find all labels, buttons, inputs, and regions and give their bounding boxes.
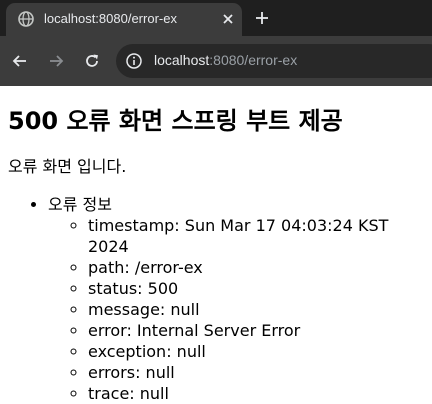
page-heading: 500 오류 화면 스프링 부트 제공 xyxy=(8,107,343,135)
new-tab-plus-icon[interactable] xyxy=(254,10,270,26)
url-text: localhost:8080/error-ex xyxy=(154,52,297,68)
detail-timestamp: timestamp: Sun Mar 17 04:03:24 KST 2024 xyxy=(88,215,428,257)
error-message: 오류 화면 입니다. xyxy=(8,157,127,176)
detail-errors: errors: null xyxy=(88,362,428,383)
back-arrow-icon[interactable] xyxy=(12,53,28,69)
tab-title: localhost:8080/error-ex xyxy=(44,11,177,26)
detail-status: status: 500 xyxy=(88,278,428,299)
page-content: 500 오류 화면 스프링 부트 제공 오류 화면 입니다. 오류 정보 tim… xyxy=(8,86,428,404)
list-item-error-info: 오류 정보 timestamp: Sun Mar 17 04:03:24 KST… xyxy=(48,194,428,404)
error-details-list: timestamp: Sun Mar 17 04:03:24 KST 2024 … xyxy=(48,215,428,404)
reload-icon[interactable] xyxy=(84,53,100,69)
url-host: localhost xyxy=(154,52,210,68)
close-icon[interactable] xyxy=(220,11,236,27)
forward-arrow-icon[interactable] xyxy=(48,53,64,69)
detail-error: error: Internal Server Error xyxy=(88,320,428,341)
url-path: :8080/error-ex xyxy=(209,52,298,68)
detail-path: path: /error-ex xyxy=(88,257,428,278)
error-info-list: 오류 정보 timestamp: Sun Mar 17 04:03:24 KST… xyxy=(8,194,428,404)
address-bar[interactable]: localhost:8080/error-ex xyxy=(116,44,432,78)
tab-strip: localhost:8080/error-ex xyxy=(0,0,432,36)
browser-tab[interactable]: localhost:8080/error-ex xyxy=(6,3,242,36)
detail-trace: trace: null xyxy=(88,383,428,404)
site-info-icon[interactable] xyxy=(126,53,142,69)
detail-exception: exception: null xyxy=(88,341,428,362)
section-label: 오류 정보 xyxy=(48,195,112,214)
globe-icon xyxy=(18,11,34,27)
detail-message: message: null xyxy=(88,299,428,320)
